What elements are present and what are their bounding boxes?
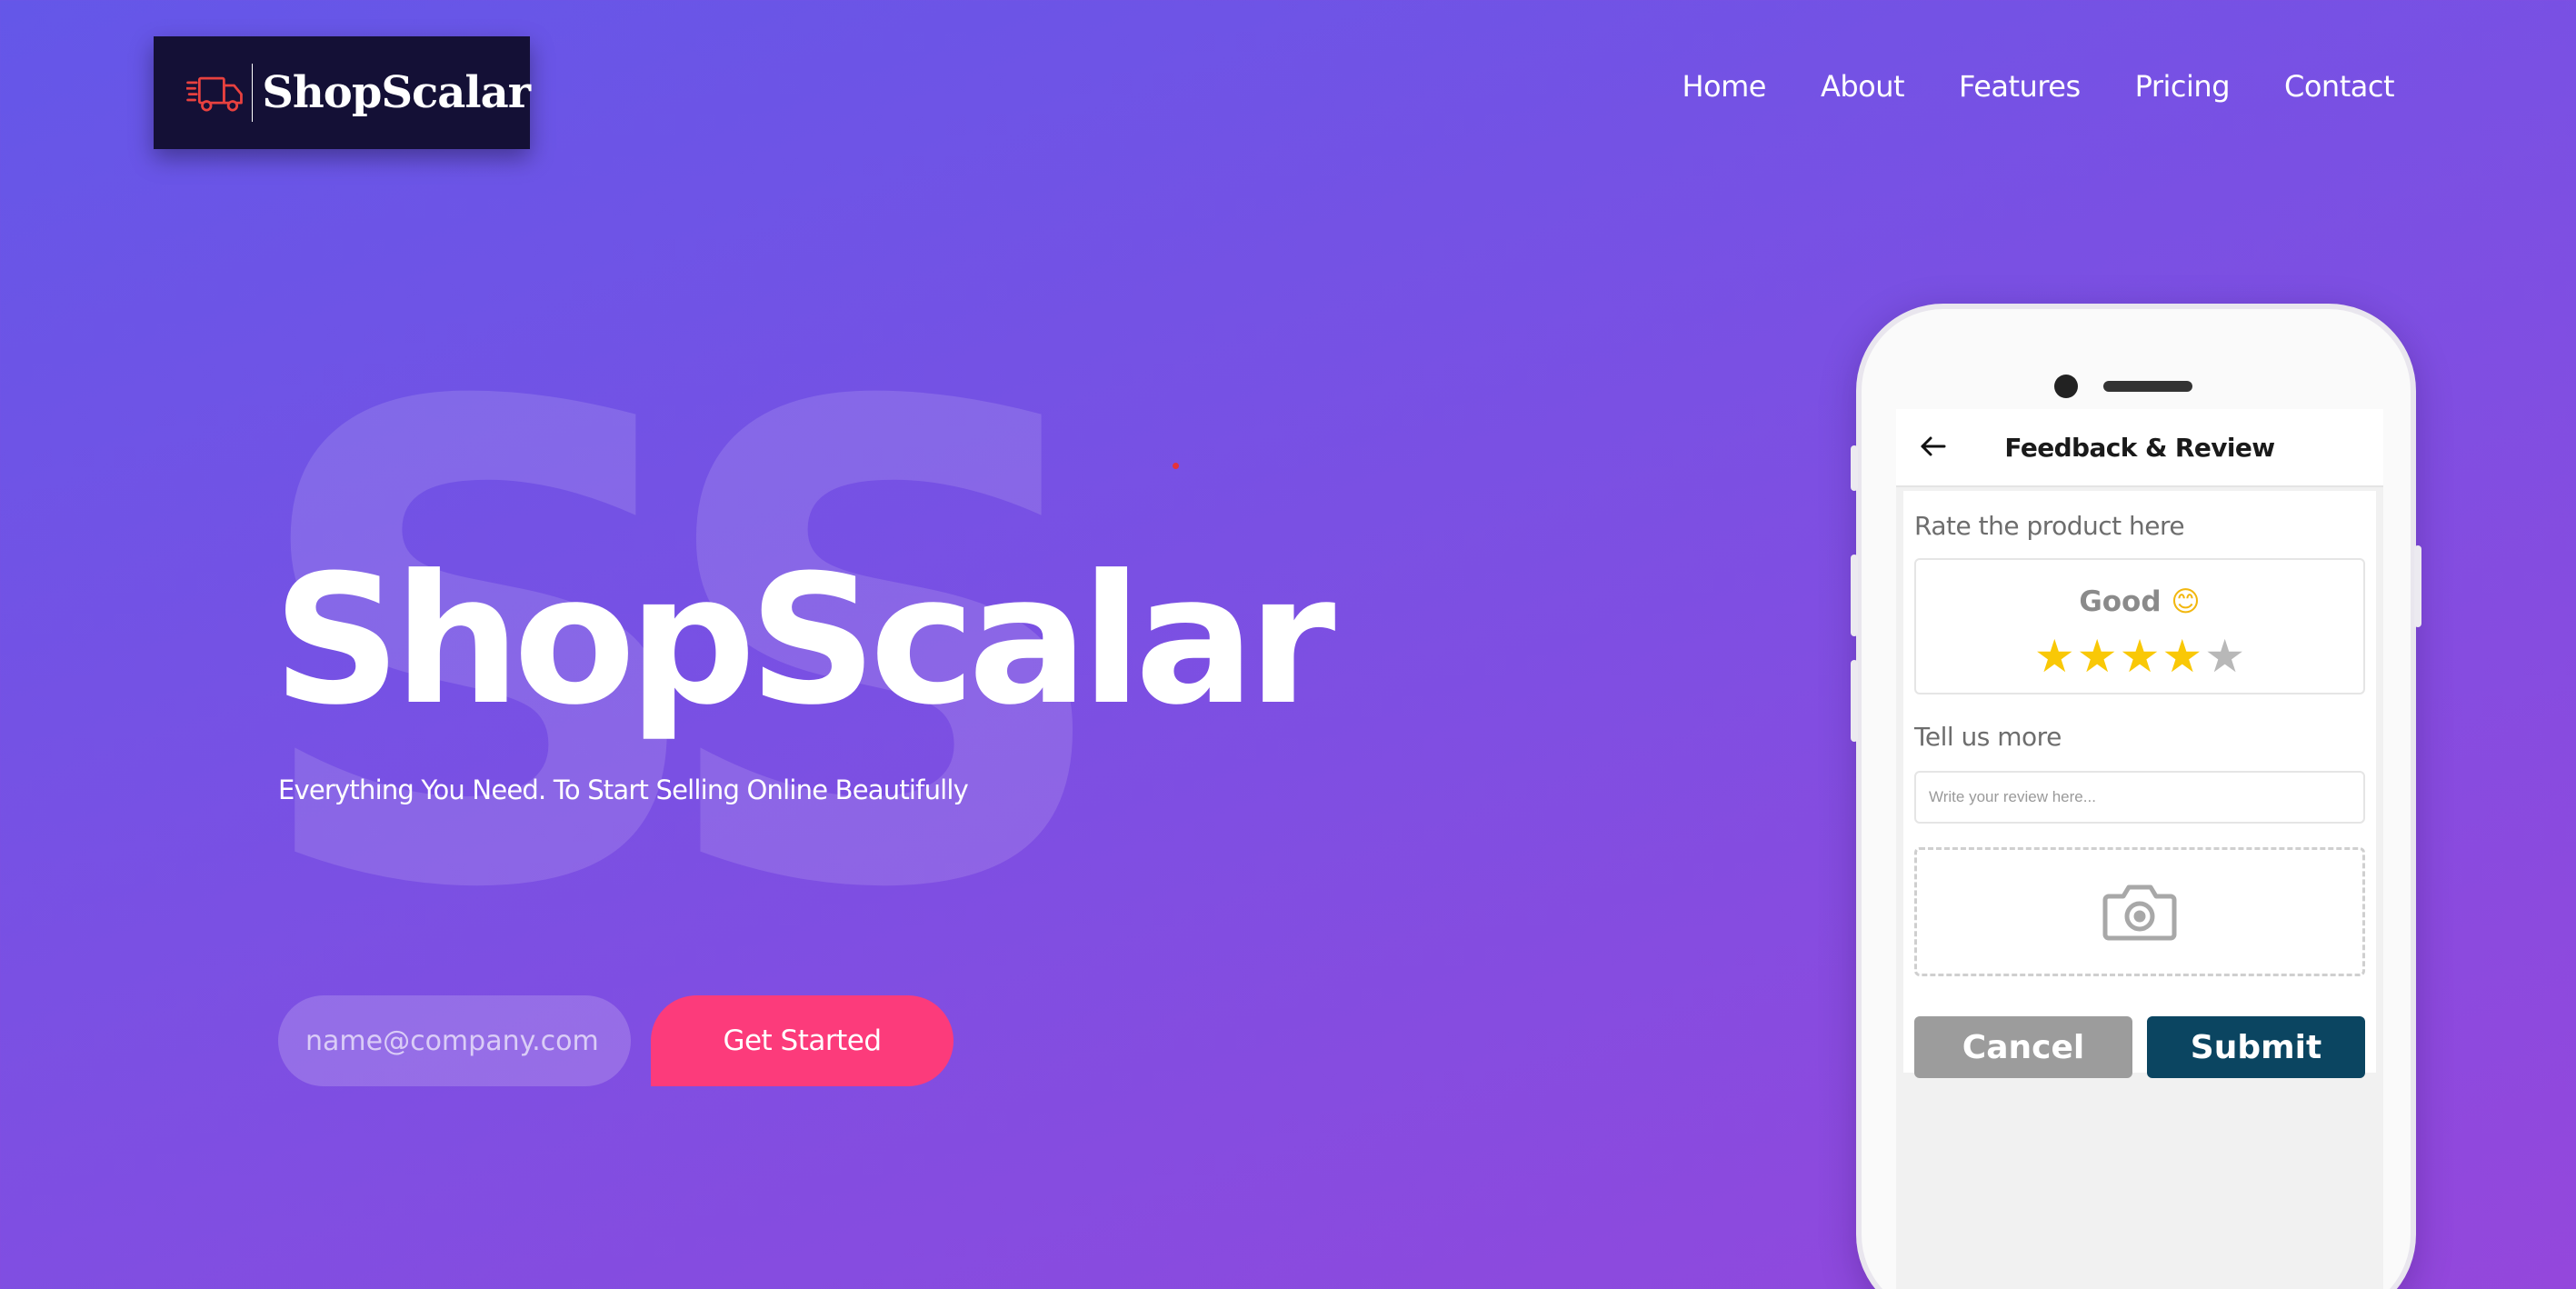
star-icon[interactable]: ★: [2120, 631, 2161, 682]
photo-upload-area[interactable]: [1914, 847, 2365, 976]
phone-power-button: [2414, 545, 2421, 627]
back-arrow-icon[interactable]: [1920, 435, 1947, 458]
nav-home[interactable]: Home: [1682, 69, 1766, 104]
nav-contact[interactable]: Contact: [2284, 69, 2395, 104]
logo-divider: [251, 64, 254, 122]
brand-name: ShopScalar: [262, 67, 531, 118]
more-label: Tell us more: [1914, 722, 2062, 752]
rating-text: Good 😊: [1916, 585, 2363, 618]
brand-logo[interactable]: ShopScalar: [154, 36, 531, 149]
feedback-form: Rate the product here Good 😊 ★ ★ ★ ★ ★ Tell …: [1903, 491, 2376, 1078]
email-input[interactable]: [278, 995, 631, 1086]
star-icon[interactable]: ★: [2034, 631, 2075, 682]
delivery-truck-icon: [186, 76, 243, 112]
phone-mute-switch: [1851, 445, 1858, 491]
phone-volume-down: [1851, 660, 1858, 742]
main-nav: Home About Features Pricing Contact: [1682, 69, 2394, 104]
review-input[interactable]: [1914, 771, 2365, 824]
nav-features[interactable]: Features: [1959, 69, 2081, 104]
rating-word: Good: [2079, 585, 2162, 618]
phone-camera: [2054, 375, 2078, 398]
phone-volume-up: [1851, 555, 1858, 636]
star-rating[interactable]: ★ ★ ★ ★ ★: [1916, 631, 2363, 682]
star-icon[interactable]: ★: [2077, 631, 2118, 682]
smiley-icon: 😊: [2171, 585, 2201, 618]
star-icon[interactable]: ★: [2204, 631, 2245, 682]
phone-speaker: [2103, 381, 2192, 392]
phone-mockup: Feedback & Review Rate the product here …: [1851, 304, 2421, 1289]
app-header: Feedback & Review: [1896, 409, 2383, 487]
phone-screen: Feedback & Review Rate the product here …: [1896, 409, 2383, 1289]
rate-label: Rate the product here: [1914, 511, 2185, 541]
nav-pricing[interactable]: Pricing: [2135, 69, 2231, 104]
get-started-button[interactable]: Get Started: [651, 995, 954, 1086]
decorative-dot: [1173, 463, 1179, 469]
app-title: Feedback & Review: [2004, 432, 2275, 463]
star-icon[interactable]: ★: [2162, 631, 2202, 682]
rating-box: Good 😊 ★ ★ ★ ★ ★: [1914, 558, 2365, 694]
hero-title: ShopScalar: [273, 537, 1335, 744]
nav-about[interactable]: About: [1821, 69, 1905, 104]
submit-button[interactable]: Submit: [2147, 1016, 2365, 1078]
hero-subtitle: Everything You Need. To Start Selling On…: [278, 774, 969, 805]
cancel-button[interactable]: Cancel: [1914, 1016, 2132, 1078]
camera-icon: [2102, 884, 2177, 941]
